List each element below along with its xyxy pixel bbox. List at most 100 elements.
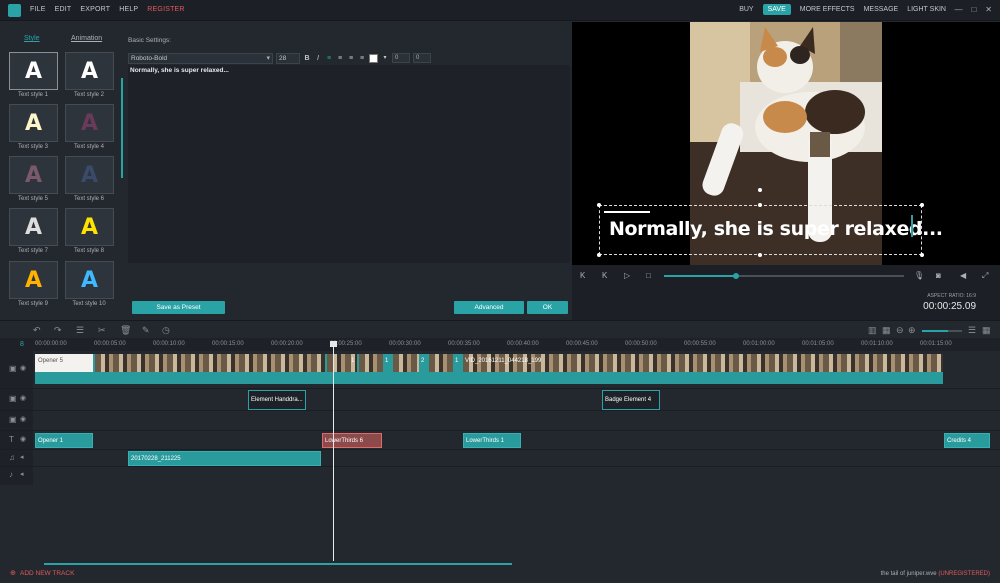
- playhead[interactable]: [333, 341, 334, 561]
- bold-icon[interactable]: B: [303, 54, 311, 63]
- text-style-tile[interactable]: A: [9, 52, 58, 90]
- text-edit-area[interactable]: Normally, she is super relaxed...: [128, 65, 570, 263]
- text-color-swatch[interactable]: [369, 53, 378, 63]
- font-size-select[interactable]: 28: [276, 52, 300, 64]
- timeline-ruler[interactable]: 8 00:00:00:00 00:00:05:00 00:00:10:00 00:00…: [0, 338, 1000, 351]
- text-style-tile[interactable]: A: [9, 261, 58, 299]
- spacing-stepper[interactable]: 0: [392, 53, 410, 63]
- visibility-icon[interactable]: ◉: [20, 435, 26, 443]
- text-clip[interactable]: Opener 1: [35, 433, 93, 448]
- undo-icon[interactable]: ↶: [33, 325, 41, 336]
- text-style-tile[interactable]: A: [65, 208, 114, 246]
- resize-handle-bottom-left[interactable]: [597, 253, 601, 257]
- list-view-icon[interactable]: ☰: [968, 325, 976, 336]
- text-clip-selected[interactable]: LowerThirds 6: [322, 433, 382, 448]
- visibility-icon[interactable]: ◉: [20, 415, 26, 423]
- text-style-tile[interactable]: A: [65, 104, 114, 142]
- align-justify-icon[interactable]: ≡: [358, 54, 366, 63]
- volume-icon[interactable]: ◀: [960, 271, 966, 280]
- element-clip[interactable]: Badge Element 4: [602, 390, 660, 410]
- close-icon[interactable]: ✕: [985, 5, 992, 14]
- add-icon[interactable]: ⊕: [10, 569, 16, 577]
- menu-export[interactable]: EXPORT: [80, 6, 110, 13]
- stop-icon[interactable]: □: [646, 271, 651, 280]
- timeline-scrollbar[interactable]: [44, 563, 512, 565]
- text-style-tile[interactable]: A: [9, 208, 58, 246]
- save-as-preset-button[interactable]: Save as Preset: [132, 301, 225, 314]
- audio-mixer-icon[interactable]: ▥: [868, 325, 877, 336]
- light-skin-button[interactable]: LIGHT SKIN: [907, 6, 946, 13]
- add-new-track-button[interactable]: ADD NEW TRACK: [20, 570, 74, 577]
- step-back-icon[interactable]: K: [602, 271, 607, 280]
- element-clip[interactable]: Element Handdra...: [248, 390, 306, 410]
- cut-icon[interactable]: ✂: [98, 325, 106, 336]
- menu-edit[interactable]: EDIT: [55, 6, 72, 13]
- mute-icon[interactable]: ◂: [20, 470, 24, 478]
- resize-handle-top-right[interactable]: [920, 203, 924, 207]
- ok-button[interactable]: OK: [527, 301, 568, 314]
- style-panel-scrollbar[interactable]: [121, 78, 123, 178]
- camera-icon[interactable]: ◙: [936, 271, 941, 280]
- resize-handle-top[interactable]: [758, 203, 762, 207]
- rotate-handle[interactable]: [758, 188, 762, 192]
- overlay-track-icon: ▣: [9, 415, 17, 424]
- microphone-icon[interactable]: 🎙: [914, 271, 924, 280]
- advanced-button[interactable]: Advanced: [454, 301, 524, 314]
- fullscreen-icon[interactable]: ⤢: [982, 271, 988, 281]
- resize-handle-top-left[interactable]: [597, 203, 601, 207]
- adjust-icon[interactable]: ☰: [76, 325, 84, 336]
- playhead-handle[interactable]: [330, 341, 337, 347]
- edit-icon[interactable]: ✎: [142, 325, 150, 336]
- text-style-tile[interactable]: A: [65, 261, 114, 299]
- text-style-label: Text style 2: [73, 92, 104, 98]
- mute-icon[interactable]: ◂: [20, 453, 24, 461]
- snap-icon[interactable]: ▦: [882, 325, 891, 336]
- line-height-stepper[interactable]: 0: [413, 53, 431, 63]
- visibility-icon[interactable]: ◉: [20, 394, 26, 402]
- zoom-in-icon[interactable]: ⊕: [908, 325, 916, 336]
- ruler-tick-label: 00:00:10:00: [153, 341, 185, 347]
- visibility-icon[interactable]: ◉: [20, 364, 26, 372]
- progress-knob[interactable]: [733, 273, 739, 279]
- text-style-tile[interactable]: A: [65, 52, 114, 90]
- zoom-out-icon[interactable]: ⊖: [896, 325, 904, 336]
- video-clip-strip[interactable]: Opener 5 1 1 2 1 VID_20161211_044218_199: [35, 354, 943, 384]
- restore-icon[interactable]: □: [971, 5, 976, 14]
- minimize-icon[interactable]: —: [954, 5, 962, 14]
- text-style-tile[interactable]: A: [9, 156, 58, 194]
- redo-icon[interactable]: ↷: [54, 325, 62, 336]
- track-header: ▣ ◉: [0, 351, 33, 388]
- italic-icon[interactable]: I: [314, 54, 322, 63]
- buy-button[interactable]: BUY: [739, 6, 753, 13]
- chevron-down-icon[interactable]: ▾: [381, 54, 389, 63]
- clock-icon[interactable]: ◷: [162, 325, 170, 336]
- resize-handle-bottom-right[interactable]: [920, 253, 924, 257]
- play-icon[interactable]: ▷: [624, 271, 630, 280]
- clip-number-2: 1: [385, 358, 389, 364]
- align-left-icon[interactable]: ≡: [325, 54, 333, 63]
- font-select[interactable]: Roboto-Bold: [128, 52, 273, 64]
- align-center-icon[interactable]: ≡: [336, 54, 344, 63]
- more-effects-button[interactable]: MORE EFFECTS: [800, 6, 855, 13]
- save-button[interactable]: SAVE: [762, 4, 791, 15]
- caption-text[interactable]: Normally, she is super relaxed...: [609, 218, 943, 240]
- text-clip[interactable]: LowerThirds 1: [463, 433, 521, 448]
- ruler-tick-label: 00:00:55:00: [684, 341, 716, 347]
- text-clip[interactable]: Credits 4: [944, 433, 990, 448]
- menu-register[interactable]: REGISTER: [147, 6, 184, 13]
- text-style-tile[interactable]: A: [9, 104, 58, 142]
- align-right-icon[interactable]: ≡: [347, 54, 355, 63]
- delete-icon[interactable]: 🗑: [120, 325, 131, 336]
- resize-handle-bottom[interactable]: [758, 253, 762, 257]
- message-button[interactable]: MESSAGE: [864, 6, 899, 13]
- skip-back-icon[interactable]: K: [580, 271, 585, 280]
- text-style-tile[interactable]: A: [65, 156, 114, 194]
- tab-animation[interactable]: Animation: [71, 35, 102, 42]
- grid-view-icon[interactable]: ▦: [982, 325, 991, 336]
- progress-track[interactable]: [664, 273, 904, 279]
- menu-help[interactable]: HELP: [119, 6, 138, 13]
- menu-file[interactable]: FILE: [30, 6, 46, 13]
- audio-clip[interactable]: 20170228_211225: [128, 451, 321, 466]
- tab-style[interactable]: Style: [24, 35, 40, 42]
- zoom-slider[interactable]: [922, 330, 962, 332]
